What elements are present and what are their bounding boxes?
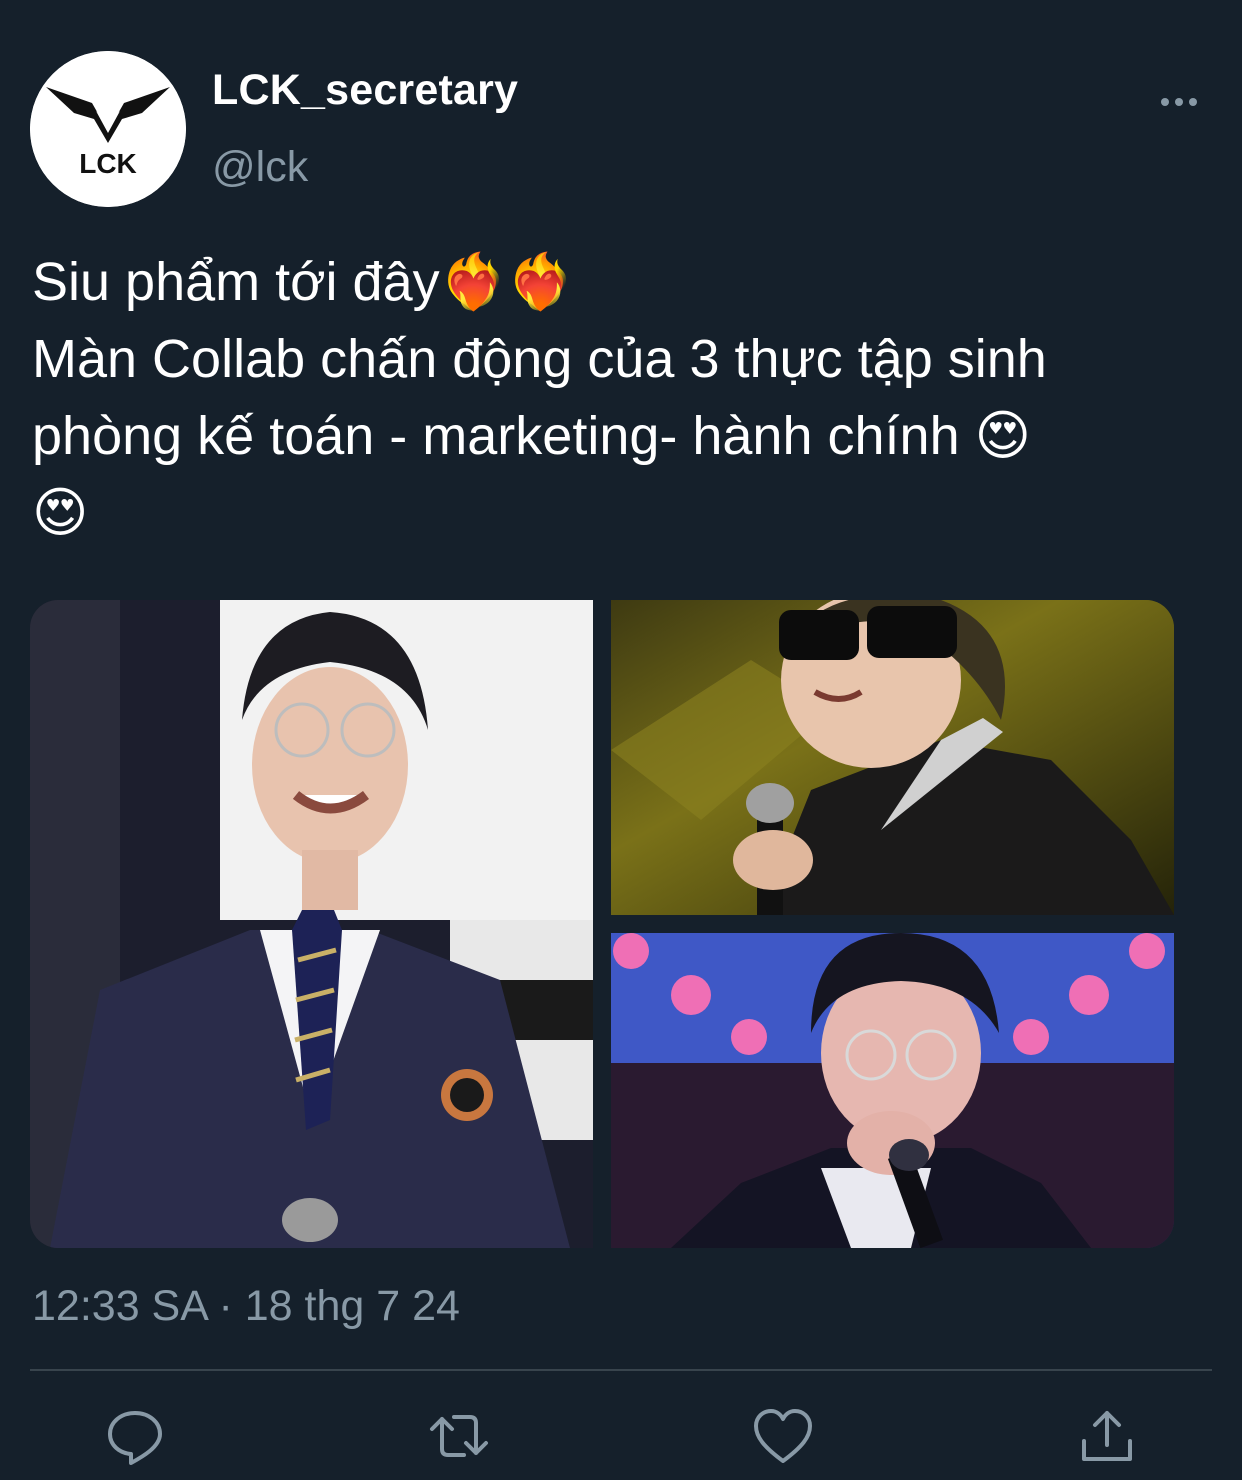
lck-logo: LCK	[30, 51, 186, 207]
author-handle[interactable]: @lck	[212, 143, 308, 192]
tweet-text-line: Màn Collab chấn động của 3 thực tập sinh	[32, 329, 1047, 389]
reply-icon[interactable]	[104, 1405, 166, 1467]
like-icon[interactable]	[752, 1405, 814, 1467]
tweet-timestamp[interactable]: 12:33 SA · 18 thg 7 24	[32, 1282, 460, 1331]
retweet-icon[interactable]	[428, 1405, 490, 1467]
author-name[interactable]: LCK_secretary	[212, 66, 518, 115]
tweet-text-line: Siu phẩm tới đây❤️‍🔥❤️‍🔥	[32, 252, 575, 312]
media-photo-2[interactable]	[611, 600, 1174, 915]
tweet-text-line: phòng kế toán - marketing- hành chính 😍	[32, 406, 1031, 466]
avatar-logo-text: LCK	[79, 148, 137, 179]
more-icon[interactable]	[1152, 80, 1206, 124]
tweet-detail: LCK LCK_secretary @lck Siu phẩm tới đây❤…	[0, 0, 1242, 1480]
media-photo-3[interactable]	[611, 933, 1174, 1248]
tweet-text-line: 😍	[32, 483, 89, 543]
media-photo-1[interactable]	[30, 600, 593, 1248]
divider	[30, 1369, 1212, 1371]
tweet-text: Siu phẩm tới đây❤️‍🔥❤️‍🔥 Màn Collab chấn…	[32, 244, 1232, 552]
tweet-action-bar	[0, 1405, 1242, 1475]
tweet-media-grid	[30, 600, 1174, 1248]
author-avatar[interactable]: LCK	[30, 51, 186, 207]
share-icon[interactable]	[1076, 1405, 1138, 1467]
